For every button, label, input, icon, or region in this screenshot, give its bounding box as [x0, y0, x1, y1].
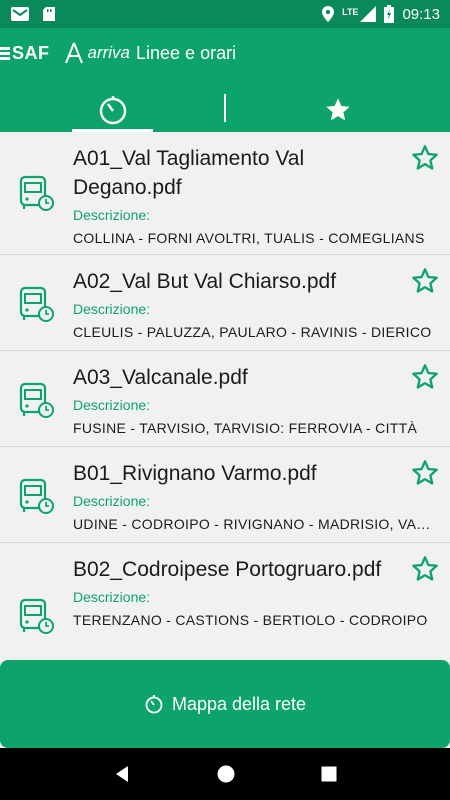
- star-icon: [325, 98, 350, 121]
- bus-schedule-icon: [19, 478, 54, 514]
- description-label: Descrizione:: [73, 301, 151, 317]
- timer-icon: [145, 695, 163, 714]
- arriva-logo: arriva: [64, 42, 137, 64]
- sd-card-icon: [43, 7, 55, 21]
- description-value: UDINE - CODROIPO - RIVIGNANO - MADRISIO,…: [73, 516, 438, 532]
- signal-icon: [360, 6, 377, 22]
- battery-charging-icon: [384, 5, 395, 23]
- location-icon: [322, 6, 335, 22]
- description-label: Descrizione:: [73, 207, 151, 223]
- description-label: Descrizione:: [73, 397, 151, 413]
- description-value: TERENZANO - CASTIONS - BERTIOLO - CODROI…: [73, 612, 428, 628]
- favorite-star-icon[interactable]: [411, 363, 439, 391]
- network-type: LTE: [342, 7, 359, 17]
- home-icon[interactable]: [217, 765, 235, 783]
- tab-favorites[interactable]: [225, 88, 450, 132]
- line-title: A02_Val But Val Chiarso.pdf: [73, 270, 337, 293]
- list-item[interactable]: B01_Rivignano Varmo.pdf Descrizione: UDI…: [0, 447, 450, 543]
- recents-icon[interactable]: [321, 766, 337, 782]
- tab-timer[interactable]: [0, 88, 225, 132]
- gmail-icon: [11, 7, 29, 21]
- description-value: COLLINA - FORNI AVOLTRI, TUALIS - COMEGL…: [73, 230, 425, 246]
- timer-icon: [99, 96, 126, 125]
- list-item[interactable]: A02_Val But Val Chiarso.pdf Descrizione:…: [0, 255, 450, 351]
- bus-schedule-icon: [19, 175, 54, 211]
- lines-list: A01_Val Tagliamento Val Degano.pdf Descr…: [0, 132, 450, 660]
- description-value: CLEULIS - PALUZZA, PAULARO - RAVINIS - D…: [73, 324, 432, 340]
- line-title: A01_Val Tagliamento Val Degano.pdf: [73, 147, 305, 199]
- clock: 09:13: [402, 5, 440, 23]
- list-item[interactable]: B02_Codroipese Portogruaro.pdf Descrizio…: [0, 543, 450, 660]
- line-title: B02_Codroipese Portogruaro.pdf: [73, 558, 382, 581]
- bus-schedule-icon: [19, 598, 54, 634]
- tab-divider: [224, 94, 226, 122]
- list-item[interactable]: A03_Valcanale.pdf Descrizione: FUSINE - …: [0, 351, 450, 447]
- bus-schedule-icon: [19, 286, 54, 322]
- line-title: A03_Valcanale.pdf: [73, 366, 248, 389]
- status-bar: LTE 09:13: [0, 0, 450, 28]
- line-title: B01_Rivignano Varmo.pdf: [73, 462, 317, 485]
- description-label: Descrizione:: [73, 589, 151, 605]
- description-label: Descrizione:: [73, 493, 151, 509]
- network-map-label: Mappa della rete: [171, 693, 307, 714]
- list-item[interactable]: A01_Val Tagliamento Val Degano.pdf Descr…: [0, 132, 450, 255]
- app-bar: SAF arriva Linee e orari: [0, 28, 450, 132]
- brand-row: SAF arriva Linee e orari: [0, 36, 236, 70]
- app-title: Linee e orari: [136, 42, 237, 63]
- arriva-logo-icon: [64, 42, 83, 64]
- description-value: FUSINE - TARVISIO, TARVISIO: FERROVIA - …: [73, 420, 418, 436]
- back-icon[interactable]: [113, 765, 131, 783]
- favorite-star-icon[interactable]: [411, 459, 439, 487]
- favorite-star-icon[interactable]: [411, 267, 439, 295]
- system-nav-bar: [0, 748, 450, 800]
- favorite-star-icon[interactable]: [411, 555, 439, 583]
- favorite-star-icon[interactable]: [411, 144, 439, 172]
- network-map-button[interactable]: Mappa della rete: [0, 660, 450, 748]
- tab-bar: [0, 88, 450, 132]
- bus-schedule-icon: [19, 382, 54, 418]
- saf-logo: SAF: [0, 43, 50, 64]
